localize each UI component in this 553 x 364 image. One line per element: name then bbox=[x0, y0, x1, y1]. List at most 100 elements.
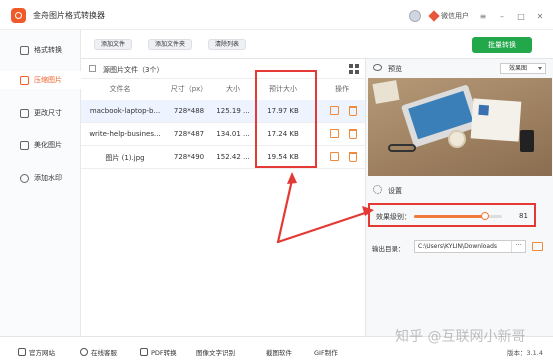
edit-icon[interactable] bbox=[330, 152, 339, 161]
file-size: 134.01 ... bbox=[216, 130, 250, 138]
eye-icon bbox=[373, 64, 382, 71]
file-size: 125.19 ... bbox=[216, 107, 250, 115]
vip-icon bbox=[428, 10, 440, 22]
maximize-button[interactable]: □ bbox=[516, 12, 526, 21]
settings-label: 设置 bbox=[388, 187, 402, 195]
file-dims: 728*488 bbox=[173, 107, 205, 115]
right-panel: 预览 效果图 设置 效果级别： 81 输出目录： C:\Users\KYLIN\… bbox=[365, 58, 553, 336]
file-name: macbook-laptop-b... bbox=[89, 107, 161, 115]
screenshot-link[interactable]: 截图软件 bbox=[266, 347, 292, 357]
sidebar: 格式转换 压缩图片 更改尺寸 美化图片 添加水印 bbox=[0, 30, 81, 336]
home-icon bbox=[18, 348, 26, 356]
chevron-down-icon bbox=[538, 67, 542, 70]
notebook-graphic bbox=[372, 80, 400, 104]
watermark-text: 知乎 @互联网小新哥 bbox=[395, 329, 526, 345]
title-bar: 金舟图片格式转换器 微信用户 ≡ – □ ✕ bbox=[0, 0, 553, 30]
column-header-size: 大小 bbox=[226, 85, 240, 93]
effect-select-value: 效果图 bbox=[509, 65, 528, 72]
table-row[interactable]: macbook-laptop-b... 728*488 125.19 ... 1… bbox=[81, 100, 365, 123]
minimize-button[interactable]: – bbox=[497, 12, 507, 21]
level-label: 效果级别： bbox=[376, 213, 411, 221]
preview-header: 预览 效果图 bbox=[366, 59, 553, 77]
watermark-icon bbox=[20, 173, 29, 183]
gif-link[interactable]: GIF制作 bbox=[314, 347, 338, 357]
beautify-icon bbox=[20, 140, 29, 150]
est-size-highlight-box bbox=[255, 70, 317, 168]
ocr-link[interactable]: 图像文字识别 bbox=[196, 347, 235, 357]
version-text: 版本：3.1.4 bbox=[506, 349, 543, 357]
phone-graphic bbox=[520, 130, 534, 152]
bottom-item-label: GIF制作 bbox=[314, 349, 338, 357]
level-value: 81 bbox=[519, 212, 528, 220]
preview-image bbox=[368, 78, 552, 176]
delete-icon[interactable] bbox=[349, 152, 357, 162]
column-header-name: 文件名 bbox=[109, 85, 131, 93]
file-list-panel: 源图片文件（3个） 文件名 尺寸（px） 大小 预计大小 操作 macbook-… bbox=[81, 58, 365, 336]
level-slider[interactable] bbox=[414, 212, 502, 220]
format-convert-icon bbox=[20, 45, 29, 55]
bottom-item-label: 官方网站 bbox=[29, 349, 55, 357]
column-header-actions: 操作 bbox=[335, 85, 349, 93]
headset-icon bbox=[80, 348, 88, 356]
file-name: 图片 (1).jpg bbox=[105, 154, 145, 162]
folder-icon[interactable] bbox=[532, 242, 543, 251]
toolbar: 添加文件 添加文件夹 清除列表 批量转换 bbox=[81, 30, 553, 58]
settings-header: 设置 bbox=[366, 180, 553, 198]
online-service-link[interactable]: 在线客服 bbox=[80, 347, 117, 357]
file-size: 152.42 ... bbox=[216, 153, 250, 161]
grid-view-icon[interactable] bbox=[349, 64, 359, 74]
app-title: 金舟图片格式转换器 bbox=[33, 11, 105, 20]
preview-label: 预览 bbox=[388, 65, 402, 73]
file-dims: 728*487 bbox=[173, 130, 205, 138]
batch-convert-button[interactable]: 批量转换 bbox=[472, 37, 532, 53]
edit-icon[interactable] bbox=[330, 129, 339, 138]
file-name: write-help-busines... bbox=[89, 130, 161, 138]
close-button[interactable]: ✕ bbox=[535, 12, 545, 21]
file-list-header: 源图片文件（3个） bbox=[81, 59, 365, 79]
user-account[interactable]: 微信用户 bbox=[428, 10, 469, 22]
delete-icon[interactable] bbox=[349, 106, 357, 116]
effect-select[interactable]: 效果图 bbox=[500, 63, 546, 74]
sidebar-item-compress[interactable]: 压缩图片 bbox=[0, 71, 81, 89]
browse-more-button[interactable]: ··· bbox=[511, 241, 525, 252]
pdf-convert-link[interactable]: PDF转换 bbox=[140, 347, 177, 357]
delete-icon[interactable] bbox=[349, 129, 357, 139]
clear-list-button[interactable]: 清除列表 bbox=[208, 39, 247, 50]
select-all-checkbox[interactable] bbox=[89, 65, 96, 72]
table-row[interactable]: write-help-busines... 728*487 134.01 ...… bbox=[81, 123, 365, 146]
slider-thumb[interactable] bbox=[481, 212, 490, 220]
compress-icon bbox=[20, 75, 29, 85]
pdf-icon bbox=[140, 348, 148, 356]
bottom-item-label: 在线客服 bbox=[91, 349, 117, 357]
table-row[interactable]: 图片 (1).jpg 728*490 152.42 ... 19.54 KB bbox=[81, 146, 365, 169]
gear-icon bbox=[373, 185, 382, 194]
sidebar-item-label: 美化图片 bbox=[34, 141, 62, 149]
sidebar-item-format-convert[interactable]: 格式转换 bbox=[0, 41, 81, 59]
sidebar-item-label: 更改尺寸 bbox=[34, 109, 62, 117]
edit-icon[interactable] bbox=[330, 106, 339, 115]
column-header-dims: 尺寸（px） bbox=[170, 85, 208, 93]
paper-graphic bbox=[470, 98, 522, 142]
app-logo-icon bbox=[11, 8, 26, 23]
slider-fill bbox=[414, 215, 486, 218]
sidebar-item-beautify[interactable]: 美化图片 bbox=[0, 136, 81, 154]
sidebar-item-label: 格式转换 bbox=[34, 46, 62, 54]
official-site-link[interactable]: 官方网站 bbox=[18, 347, 55, 357]
user-avatar[interactable] bbox=[409, 10, 421, 22]
level-highlight-box: 效果级别： 81 bbox=[368, 203, 536, 227]
file-dims: 728*490 bbox=[173, 153, 205, 161]
bottom-item-label: PDF转换 bbox=[151, 349, 177, 357]
bottom-item-label: 截图软件 bbox=[266, 349, 292, 357]
sidebar-item-label: 压缩图片 bbox=[34, 76, 62, 84]
sidebar-item-resize[interactable]: 更改尺寸 bbox=[0, 104, 81, 122]
user-name: 微信用户 bbox=[441, 12, 469, 20]
resize-icon bbox=[20, 108, 29, 118]
menu-button[interactable]: ≡ bbox=[478, 12, 488, 21]
add-folder-button[interactable]: 添加文件夹 bbox=[148, 39, 193, 50]
output-dir-label: 输出目录： bbox=[372, 245, 405, 253]
bottom-item-label: 图像文字识别 bbox=[196, 349, 235, 357]
add-file-button[interactable]: 添加文件 bbox=[94, 39, 133, 50]
output-dir-field[interactable]: C:\Users\KYLIN\Downloads bbox=[414, 240, 526, 253]
titlebar-controls: 微信用户 ≡ – □ ✕ bbox=[409, 9, 545, 23]
sidebar-item-watermark[interactable]: 添加水印 bbox=[0, 169, 81, 187]
